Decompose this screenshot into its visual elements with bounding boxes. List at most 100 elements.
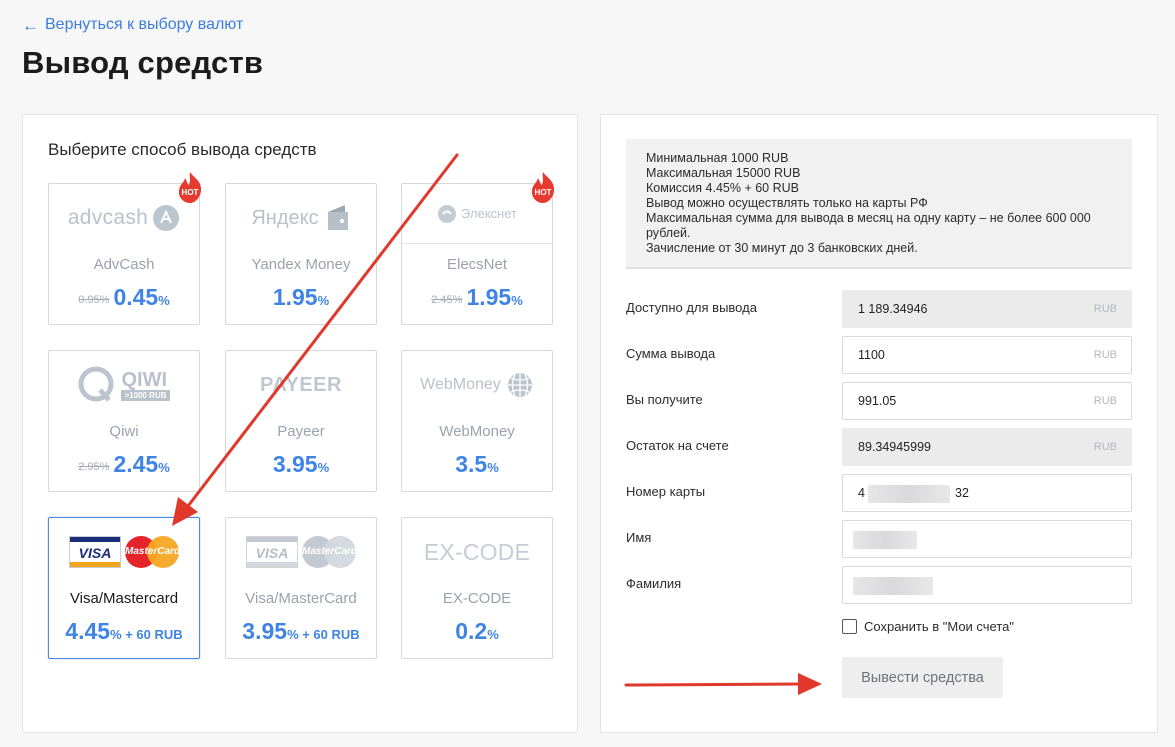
arrow-left-icon: ← [22, 15, 39, 35]
fee-line: 0.2% [402, 618, 552, 645]
advcash-logo-icon: advcash [49, 198, 199, 238]
last-name-label: Фамилия [626, 576, 682, 591]
method-name: Visa/MasterCard [245, 590, 357, 607]
remainder-unit: RUB [1093, 441, 1117, 453]
first-name-label: Имя [626, 530, 652, 545]
first-name-input[interactable] [842, 520, 1132, 558]
method-card-ex-code[interactable]: EX-CODE EX-CODE 0.2% [401, 517, 553, 659]
fee-line: 2.45% 1.95% [402, 284, 552, 311]
fee-suffix: % [158, 293, 170, 308]
method-card-payeer[interactable]: PAYEER Payeer 3.95% [225, 350, 377, 492]
withdrawal-form-panel: Минимальная 1000 RUB Максимальная 15000 … [600, 114, 1158, 733]
fee-line: 3.5% [402, 451, 552, 478]
old-fee: 2.95% [78, 461, 110, 473]
webmoney-logo-icon: WebMoney [402, 365, 552, 405]
hot-badge-label: HOT [182, 188, 199, 197]
fee-value: 0.2 [455, 618, 488, 644]
visa-logo-text: VISA [78, 545, 112, 561]
method-name: WebMoney [439, 423, 515, 440]
info-line: Зачисление от 30 минут до 3 банковских д… [646, 241, 918, 255]
fee-suffix: % + 60 RUB [287, 627, 360, 642]
save-to-accounts-label: Сохранить в "Мои счета" [864, 619, 1015, 634]
fee-suffix: % [511, 293, 523, 308]
payeer-logo-text: PAYEER [260, 373, 342, 396]
fee-value: 2.45 [113, 451, 159, 477]
receive-row: Вы получите 991.05 RUB [626, 382, 1132, 420]
method-card-yandex-money[interactable]: Яндекс Yandex Money 1.95% [225, 183, 377, 325]
remainder-value: 89.34945999 [858, 440, 931, 454]
available-label: Доступно для вывода [626, 300, 757, 315]
fee-suffix: % [317, 293, 330, 308]
last-name-row: Фамилия [626, 566, 1132, 604]
method-card-visa-mastercard[interactable]: VISA MasterCard Visa/Mastercard 4.45% + … [48, 517, 200, 659]
fee-value: 3.5 [455, 451, 488, 477]
wallet-icon [327, 205, 348, 230]
visa-grey-logo-icon: VISA [246, 536, 298, 568]
save-to-accounts-checkbox[interactable]: Сохранить в "Мои счета" [842, 619, 1014, 634]
card-number-suffix: 32 [955, 486, 969, 500]
info-line: Максимальная сумма для вывода в месяц на… [646, 211, 1091, 225]
method-name: ElecsNet [446, 256, 508, 273]
fee-suffix: % [487, 460, 499, 475]
visa-mastercard-grey-logo-icon: VISA MasterCard [226, 532, 376, 572]
card-number-redacted [868, 485, 950, 503]
ex-code-logo-text: EX-CODE [423, 538, 531, 565]
method-name: AdvCash [93, 256, 155, 273]
hot-badge-label: HOT [535, 188, 552, 197]
remainder-row: Остаток на счете 89.34945999 RUB [626, 428, 1132, 466]
fee-line: 3.95% + 60 RUB [226, 618, 376, 645]
available-value: 1 189.34946 [858, 302, 928, 316]
back-to-currencies-link[interactable]: ← Вернуться к выбору валют [22, 16, 243, 34]
mastercard-grey-logo-icon: MasterCard [302, 536, 358, 568]
mastercard-logo-icon: MasterCard [125, 536, 180, 568]
last-name-input[interactable] [842, 566, 1132, 604]
method-name: Yandex Money [251, 256, 351, 273]
last-name-redacted [853, 577, 933, 595]
advcash-logo-text: advcash [67, 206, 149, 229]
available-field: 1 189.34946 RUB [842, 290, 1132, 328]
fee-value: 0.45 [113, 284, 159, 310]
method-name: Payeer [277, 423, 325, 440]
receive-input[interactable]: 991.05 RUB [842, 382, 1132, 420]
card-number-label: Номер карты [626, 484, 706, 499]
info-line: Комиссия 4.45% + 60 RUB [646, 181, 799, 195]
card-number-row: Номер карты 4 32 [626, 474, 1132, 512]
info-line: рублей. [646, 226, 691, 240]
conditions-info-box: Минимальная 1000 RUB Максимальная 15000 … [626, 139, 1132, 269]
withdrawal-methods-panel: Выберите способ вывода средств advcash A… [22, 114, 578, 733]
amount-unit: RUB [1093, 349, 1117, 361]
checkbox-icon[interactable] [842, 619, 857, 634]
remainder-field: 89.34945999 RUB [842, 428, 1132, 466]
receive-value: 991.05 [858, 394, 897, 408]
method-card-elecsnet[interactable]: Элекснет ElecsNet 2.45% 1.95% HOT [401, 172, 555, 325]
method-name: Qiwi [109, 423, 139, 440]
withdraw-button[interactable]: Вывести средства [842, 657, 1003, 698]
fee-value: 3.95 [242, 618, 288, 644]
visa-logo-icon: VISA [69, 536, 121, 568]
amount-input[interactable]: 1100 RUB [842, 336, 1132, 374]
method-card-advcash[interactable]: advcash AdvCash 0.95% 0.45% HOT [48, 172, 202, 325]
first-name-redacted [853, 531, 917, 549]
method-card-qiwi[interactable]: QIWI >1000 RUB Qiwi 2.95% 2.45% [48, 350, 200, 492]
card-number-prefix: 4 [858, 486, 865, 500]
info-line: Вывод можно осуществлять только на карты… [646, 196, 928, 210]
mastercard-grey-logo-text: MasterCard [302, 546, 358, 557]
fee-line: 4.45% + 60 RUB [49, 618, 199, 645]
fee-suffix: % [317, 460, 330, 475]
elecsnet-symbol-icon [438, 204, 456, 223]
fee-suffix: % [487, 627, 499, 642]
card-number-input[interactable]: 4 32 [842, 474, 1132, 512]
visa-mastercard-logo-icon: VISA MasterCard [49, 532, 199, 572]
visa-grey-logo-text: VISA [255, 545, 289, 561]
page-title: Вывод средств [22, 45, 264, 80]
yandex-logo-icon: Яндекс [226, 198, 376, 238]
info-line: Максимальная 15000 RUB [646, 166, 801, 180]
old-fee: 0.95% [78, 294, 110, 306]
method-card-visa-mastercard-alt[interactable]: VISA MasterCard Visa/MasterCard 3.95% + … [225, 517, 377, 659]
receive-label: Вы получите [626, 392, 703, 407]
amount-value: 1100 [858, 348, 885, 362]
method-card-webmoney[interactable]: WebMoney WebMoney 3.5% [401, 350, 553, 492]
old-fee: 2.45% [431, 294, 463, 306]
yandex-logo-text: Яндекс [251, 206, 319, 229]
remainder-label: Остаток на счете [626, 438, 729, 453]
